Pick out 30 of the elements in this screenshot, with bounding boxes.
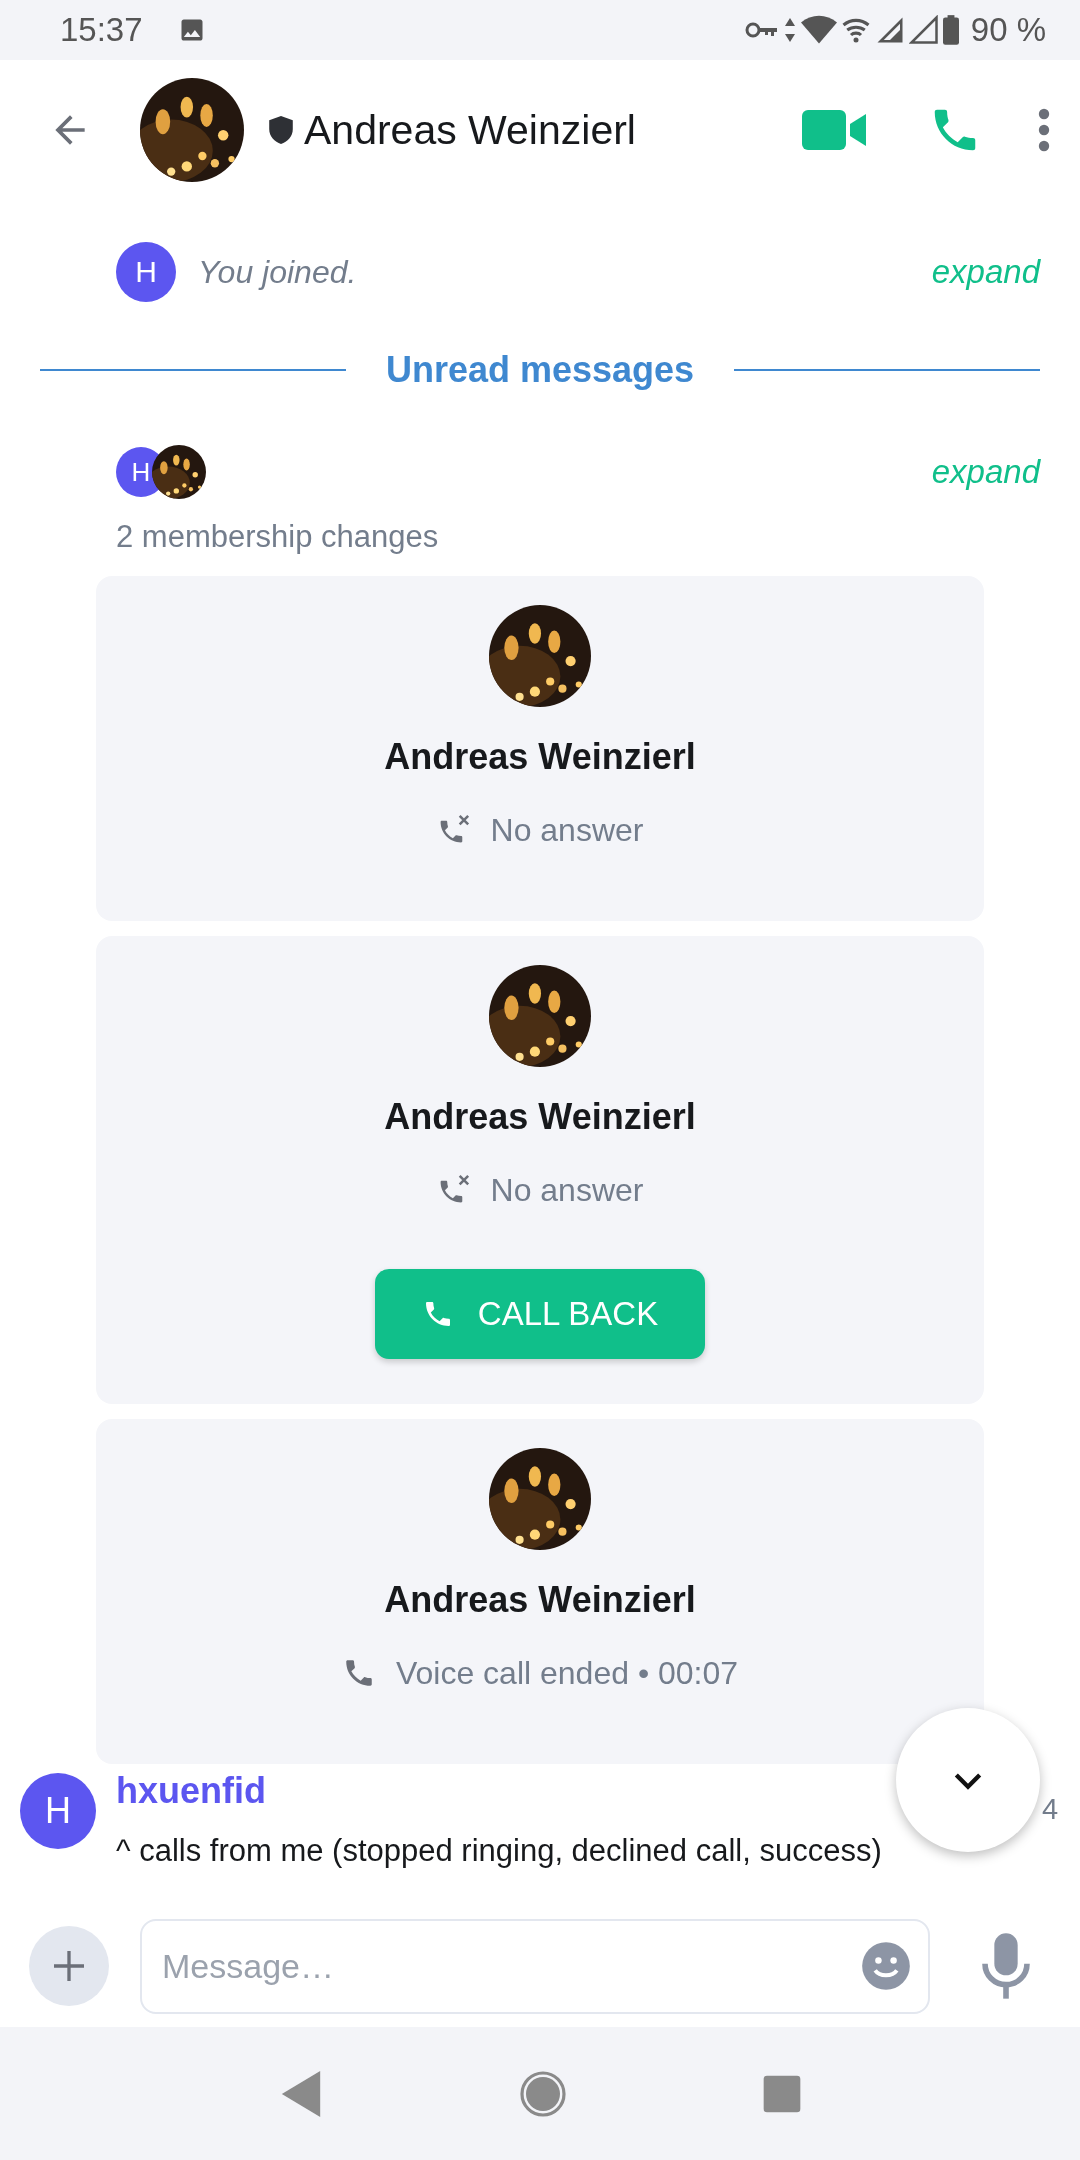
nav-recents-button[interactable]: [762, 2073, 803, 2114]
call-status: No answer: [490, 1171, 644, 1209]
unread-divider-label: Unread messages: [385, 349, 695, 391]
avatar: H: [116, 242, 176, 302]
event-text: You joined.: [198, 253, 358, 291]
wifi-icon: [800, 15, 837, 45]
message-field[interactable]: Message…: [140, 1918, 930, 2014]
timestamp: 4: [1042, 1793, 1059, 1826]
clock-time: 15:37: [60, 11, 143, 49]
membership-summary: 2 membership changes: [116, 518, 440, 556]
caller-name: Andreas Weinzierl: [384, 735, 696, 779]
call-back-button[interactable]: CALL BACK: [375, 1269, 705, 1359]
caller-name: Andreas Weinzierl: [384, 1095, 696, 1139]
data-arrows-icon: [782, 16, 797, 44]
more-options-button[interactable]: [1038, 108, 1050, 152]
call-status: No answer: [490, 811, 644, 849]
battery-icon: [942, 15, 959, 45]
emoji-icon[interactable]: [860, 1939, 912, 1992]
signal-icon: [908, 15, 939, 45]
battery-level: 90 %: [970, 11, 1046, 49]
expand-link[interactable]: expand: [931, 253, 1040, 291]
video-call-button[interactable]: [802, 108, 866, 152]
caller-name: Andreas Weinzierl: [384, 1578, 696, 1622]
sender-name[interactable]: hxuenfid: [116, 1765, 266, 1817]
expand-link[interactable]: expand: [931, 453, 1040, 491]
message-text: ^ calls from me (stopped ringing, declined call, success): [116, 1832, 882, 1870]
nav-home-button[interactable]: [519, 2069, 567, 2118]
call-status: Voice call ended • 00:07: [395, 1654, 739, 1692]
avatar: H: [20, 1773, 96, 1849]
room-title[interactable]: Andreas Weinzierl: [304, 106, 802, 154]
